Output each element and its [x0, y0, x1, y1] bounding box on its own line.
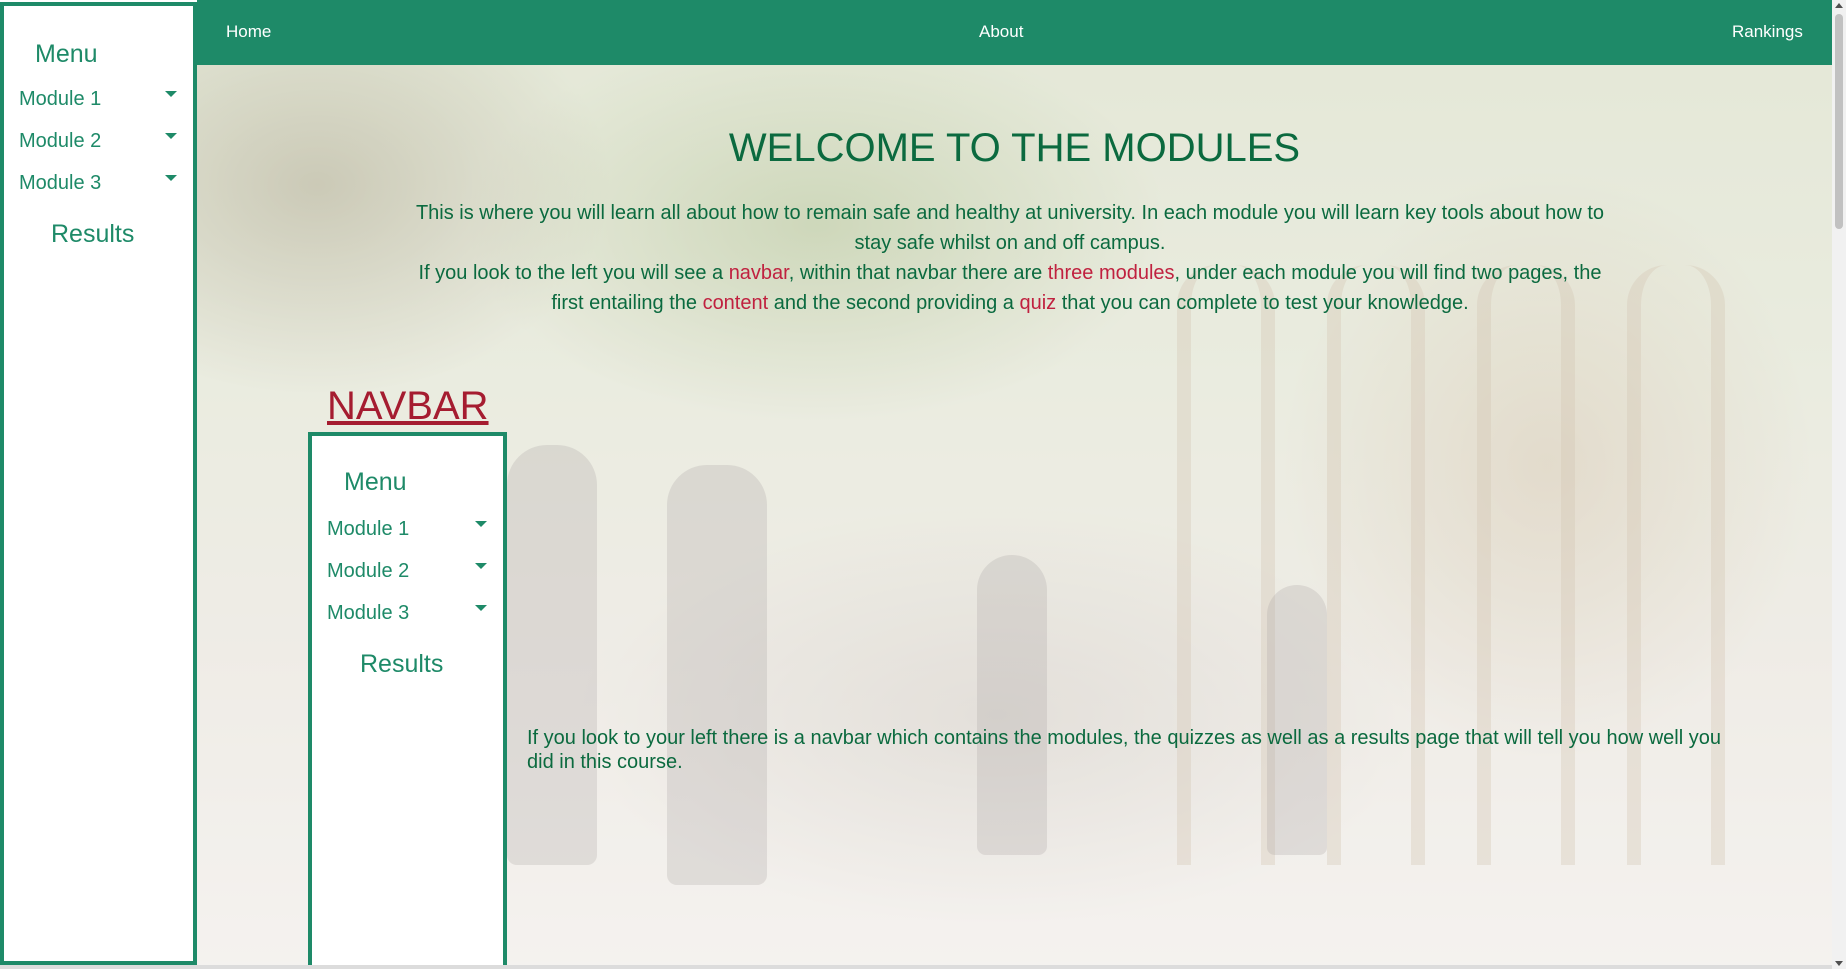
navbar-section-heading: NAVBAR: [327, 384, 489, 428]
highlight-content: content: [702, 292, 769, 314]
nav-home-link[interactable]: Home: [226, 22, 271, 42]
intro-text-span: , within that navbar there are: [788, 262, 1048, 284]
chevron-down-icon[interactable]: [165, 175, 177, 181]
page-scrollbar[interactable]: [1832, 0, 1846, 969]
example-menu-item-module-1: Module 1: [327, 518, 410, 540]
highlight-quiz: quiz: [1019, 292, 1057, 314]
sidebar-menu: Menu Module 1 Module 2 Module 3 Results: [0, 2, 197, 965]
chevron-down-icon: [475, 563, 487, 569]
highlight-three-modules: three modules: [1047, 262, 1175, 284]
sidebar-menu-title: Menu: [35, 40, 98, 68]
intro-text-span: that you can complete to test your knowl…: [1056, 292, 1469, 314]
highlight-navbar: navbar: [728, 262, 789, 284]
chevron-down-icon: [475, 521, 487, 527]
top-navbar: Home About Rankings: [197, 0, 1832, 65]
intro-paragraph-1: This is where you will learn all about h…: [415, 202, 1605, 254]
sidebar-item-module-2[interactable]: Module 2: [19, 130, 101, 153]
intro-text-span: and the second providing a: [768, 292, 1020, 314]
chevron-down-icon: [475, 605, 487, 611]
horizontal-scrollbar-track: [0, 965, 1832, 969]
chevron-down-icon[interactable]: [165, 91, 177, 97]
scroll-up-arrow-icon[interactable]: [1835, 3, 1843, 8]
sidebar-item-module-1[interactable]: Module 1: [19, 88, 101, 111]
sidebar-item-results[interactable]: Results: [51, 220, 134, 249]
nav-about-link[interactable]: About: [979, 22, 1023, 42]
intro-text-span: If you look to the left you will see a: [418, 262, 729, 284]
example-menu-title: Menu: [344, 468, 407, 496]
scroll-down-arrow-icon[interactable]: [1835, 961, 1843, 966]
scrollbar-thumb[interactable]: [1835, 14, 1843, 229]
intro-paragraph-2: If you look to the left you will see a n…: [412, 258, 1608, 318]
intro-text: This is where you will learn all about h…: [412, 198, 1608, 318]
example-menu-results: Results: [360, 650, 444, 678]
example-menu-item-module-2: Module 2: [327, 560, 410, 582]
navbar-example-image: Menu Module 1 Module 2 Module 3 Results: [308, 432, 507, 969]
page-title: WELCOME TO THE MODULES: [728, 126, 1301, 170]
nav-rankings-link[interactable]: Rankings: [1732, 22, 1803, 42]
navbar-description: If you look to your left there is a navb…: [527, 727, 1721, 773]
sidebar-item-module-3[interactable]: Module 3: [19, 172, 101, 195]
chevron-down-icon[interactable]: [165, 133, 177, 139]
example-menu-item-module-3: Module 3: [327, 602, 410, 624]
